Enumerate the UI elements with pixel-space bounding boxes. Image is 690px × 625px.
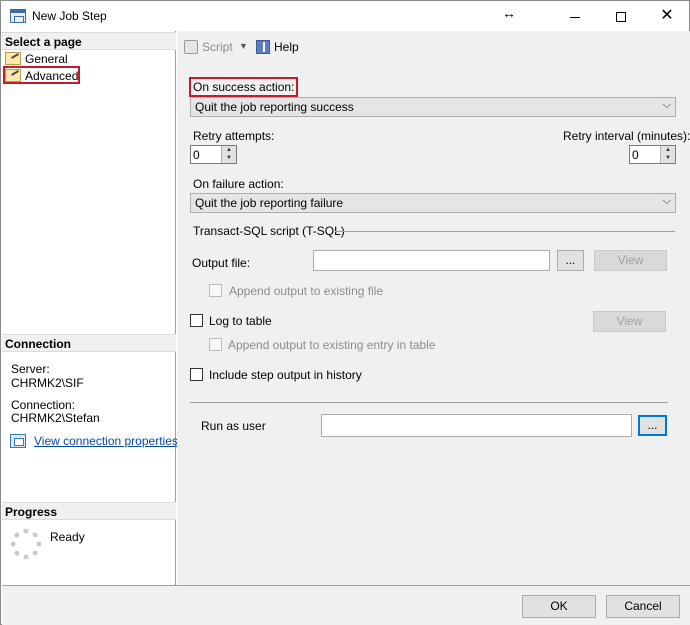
script-button[interactable]: Script	[184, 40, 233, 58]
group-divider	[335, 231, 675, 232]
dialog-button-bar: OK Cancel	[2, 586, 690, 625]
right-pane: Script ▼ Help On success action: Quit th…	[177, 31, 690, 585]
server-value: CHRMK2\SIF	[11, 376, 84, 390]
minimize-button[interactable]	[552, 1, 598, 31]
spin-down-icon[interactable]: ▼	[221, 154, 236, 163]
wrench-page-icon	[5, 69, 21, 82]
page-item-general[interactable]: General	[5, 51, 115, 67]
connection-value: CHRMK2\Stefan	[11, 411, 100, 425]
resize-arrows-icon: ↔	[502, 5, 516, 21]
tsql-group-label: Transact-SQL script (T-SQL)	[193, 224, 345, 238]
window-title: New Job Step	[32, 9, 107, 23]
help-book-icon	[256, 40, 270, 54]
retry-attempts-label: Retry attempts:	[193, 129, 275, 143]
retry-interval-stepper[interactable]: 0 ▲ ▼	[629, 145, 676, 164]
include-history-checkbox[interactable]	[190, 368, 203, 381]
progress-header: Progress	[2, 502, 176, 520]
page-item-label: General	[25, 52, 68, 66]
progress-spinner-icon	[11, 529, 41, 559]
retry-attempts-value: 0	[193, 148, 200, 162]
chevron-down-icon: ⌵	[662, 99, 671, 111]
help-label: Help	[274, 40, 299, 54]
output-file-view-button[interactable]: View	[594, 250, 667, 271]
script-dropdown-icon[interactable]: ▼	[239, 41, 248, 51]
minimize-icon	[570, 16, 580, 18]
output-file-browse-button[interactable]: ...	[557, 250, 584, 271]
on-success-value: Quit the job reporting success	[195, 100, 354, 114]
on-failure-label: On failure action:	[193, 177, 284, 191]
progress-status: Ready	[50, 530, 85, 544]
retry-interval-label: Retry interval (minutes):	[563, 129, 690, 143]
page-item-label: Advanced	[25, 69, 79, 83]
spin-down-icon[interactable]: ▼	[660, 154, 675, 163]
run-as-user-browse-button[interactable]: ...	[638, 415, 667, 436]
select-a-page-header: Select a page	[2, 32, 176, 50]
on-failure-select[interactable]: Quit the job reporting failure ⌵	[190, 193, 676, 213]
connection-label: Connection:	[11, 398, 76, 412]
run-as-user-label: Run as user	[201, 419, 266, 433]
page-item-advanced[interactable]: Advanced	[3, 66, 80, 84]
append-output-checkbox[interactable]	[209, 284, 222, 297]
maximize-icon	[616, 12, 626, 23]
output-file-input[interactable]	[313, 250, 550, 271]
maximize-button[interactable]	[598, 1, 644, 31]
section-divider	[190, 402, 668, 403]
left-pane: Select a page General Advanced Connectio…	[2, 31, 178, 585]
append-output-label: Append output to existing file	[229, 284, 384, 298]
title-bar: New Job Step ↔ ✕	[1, 1, 689, 31]
retry-attempts-stepper[interactable]: 0 ▲ ▼	[190, 145, 237, 164]
on-success-select[interactable]: Quit the job reporting success ⌵	[190, 97, 676, 117]
ok-button[interactable]: OK	[522, 595, 596, 618]
connection-header: Connection	[2, 334, 176, 352]
new-job-step-dialog: New Job Step ↔ ✕ Select a page General A…	[0, 0, 690, 625]
cancel-button[interactable]: Cancel	[606, 595, 680, 618]
on-failure-value: Quit the job reporting failure	[195, 196, 344, 210]
chevron-down-icon: ⌵	[662, 195, 671, 207]
retry-interval-value: 0	[632, 148, 639, 162]
include-history-label: Include step output in history	[209, 368, 362, 382]
script-icon	[184, 40, 198, 54]
append-table-checkbox[interactable]	[209, 338, 222, 351]
app-window-icon	[10, 9, 26, 23]
script-label: Script	[202, 40, 233, 54]
log-to-table-checkbox[interactable]	[190, 314, 203, 327]
on-success-label: On success action:	[189, 77, 299, 97]
help-button[interactable]: Help	[256, 40, 299, 58]
wrench-page-icon	[5, 52, 21, 65]
log-to-table-label: Log to table	[209, 314, 272, 328]
log-to-table-view-button[interactable]: View	[593, 311, 666, 332]
append-table-label: Append output to existing entry in table	[228, 338, 436, 352]
output-file-label: Output file:	[192, 256, 251, 270]
server-label: Server:	[11, 362, 50, 376]
close-button[interactable]: ✕	[644, 1, 690, 31]
connection-properties-icon	[10, 434, 26, 448]
run-as-user-input[interactable]	[321, 414, 632, 437]
view-connection-properties-label: View connection properties	[34, 434, 178, 448]
